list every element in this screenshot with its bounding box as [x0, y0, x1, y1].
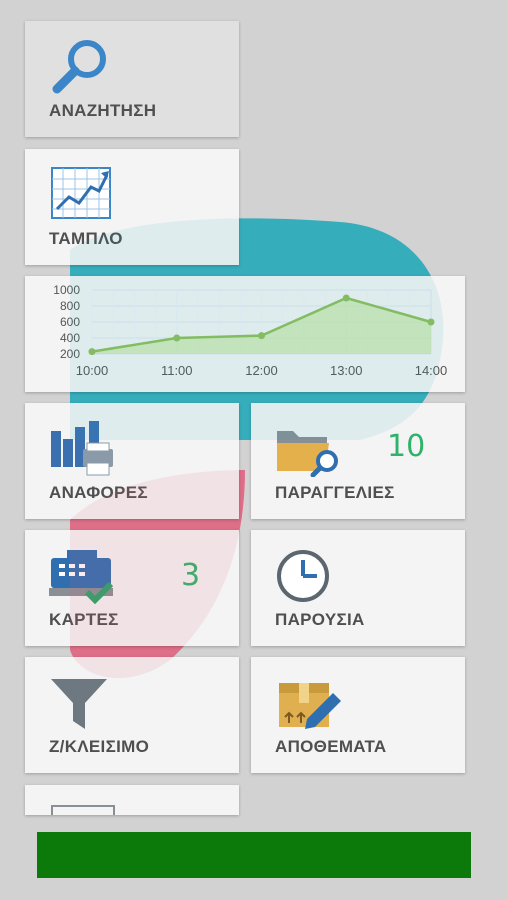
chart-data-point [173, 334, 181, 342]
chart-ytick-label: 1000 [53, 283, 80, 297]
orders-count-badge: 10 [387, 429, 426, 464]
reports-label: ΑΝΑΦΟΡΕΣ [49, 483, 148, 502]
dashboard-label: ΤΑΜΠΛΟ [49, 229, 123, 248]
stock-tile[interactable]: ΑΠΟΘΕΜΑΤΑ [251, 657, 465, 773]
partial-tile-icon [51, 805, 115, 815]
z-close-tile[interactable]: Ζ/ΚΛΕΙΣΙΜΟ [25, 657, 239, 773]
search-label: ΑΝΑΖΗΤΗΣΗ [49, 101, 157, 120]
chart-data-point [342, 294, 350, 302]
reports-printer-icon [49, 419, 117, 482]
bottom-action-bar[interactable] [37, 832, 471, 878]
chart-xtick-label: 14:00 [415, 363, 448, 378]
clock-icon [275, 550, 335, 609]
magnifier-icon [49, 37, 113, 102]
chart-tile[interactable]: 1000 800 600 400 200 10:00 11:00 12:00 13:00 14:0… [25, 276, 465, 392]
attendance-label: ΠΑΡΟΥΣΙΑ [275, 610, 365, 629]
chart-ytick-label: 400 [60, 331, 80, 345]
orders-tile[interactable]: 10 ΠΑΡΑΓΓΕΛΙΕΣ [251, 403, 465, 519]
chart-xtick-label: 11:00 [161, 363, 193, 378]
trend-chart-icon [51, 167, 113, 226]
orders-label: ΠΑΡΑΓΓΕΛΙΕΣ [275, 483, 395, 502]
z-close-label: Ζ/ΚΛΕΙΣΙΜΟ [49, 737, 150, 756]
attendance-tile[interactable]: ΠΑΡΟΥΣΙΑ [251, 530, 465, 646]
chart-xtick-label: 13:00 [330, 363, 363, 378]
chart-data-point [258, 332, 265, 340]
sales-chart: 1000 800 600 400 200 10:00 11:00 12:00 13:00 14:0… [53, 283, 448, 378]
stock-label: ΑΠΟΘΕΜΑΤΑ [275, 737, 387, 756]
dashboard-tile[interactable]: ΤΑΜΠΛΟ [25, 149, 239, 265]
chart-ytick-label: 600 [60, 315, 80, 329]
chart-ytick-label: 200 [60, 347, 80, 361]
reports-tile[interactable]: ΑΝΑΦΟΡΕΣ [25, 403, 239, 519]
cards-count-badge: 3 [181, 558, 201, 593]
chart-data-point [88, 348, 96, 356]
chart-data-point [427, 318, 435, 326]
cash-register-check-icon [47, 548, 115, 609]
chart-ytick-label: 800 [60, 299, 80, 313]
folder-search-icon [275, 423, 343, 482]
search-tile[interactable]: ΑΝΑΖΗΤΗΣΗ [25, 21, 239, 137]
cards-label: ΚΑΡΤΕΣ [49, 610, 119, 629]
cards-tile[interactable]: 3 ΚΑΡΤΕΣ [25, 530, 239, 646]
partial-tile[interactable] [25, 785, 239, 815]
chart-xtick-label: 12:00 [245, 363, 278, 378]
funnel-icon [49, 675, 109, 738]
chart-xtick-label: 10:00 [76, 363, 109, 378]
box-pencil-icon [275, 673, 343, 736]
